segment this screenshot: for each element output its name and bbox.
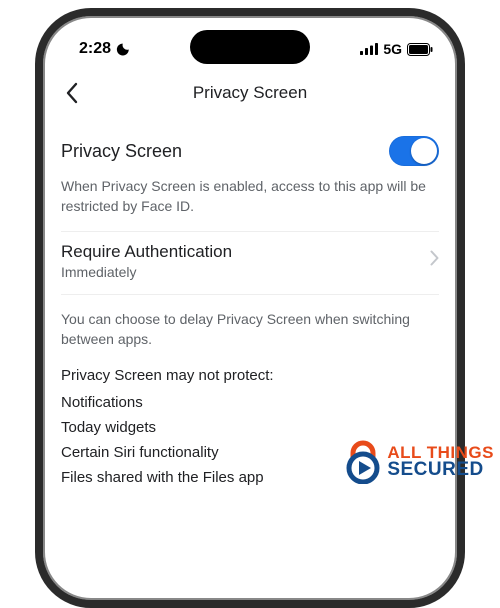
warning-heading: Privacy Screen may not protect: [61, 363, 439, 390]
warning-item: Today widgets [61, 415, 439, 440]
watermark: ALL THINGS SECURED [343, 440, 494, 484]
warning-item: Notifications [61, 390, 439, 415]
require-auth-description: You can choose to delay Privacy Screen w… [61, 294, 439, 364]
privacy-screen-switch[interactable] [389, 136, 439, 166]
back-button[interactable] [57, 78, 87, 108]
switch-knob [411, 138, 437, 164]
battery-icon [407, 43, 433, 56]
privacy-screen-label: Privacy Screen [61, 141, 182, 162]
network-type: 5G [383, 41, 402, 57]
require-auth-title: Require Authentication [61, 242, 232, 264]
chevron-right-icon [430, 250, 439, 271]
lock-play-icon [343, 440, 383, 484]
content: Privacy Screen When Privacy Screen is en… [43, 114, 457, 490]
nav-bar: Privacy Screen [43, 72, 457, 114]
require-auth-value: Immediately [61, 264, 232, 280]
page-title: Privacy Screen [193, 83, 307, 103]
dynamic-island [190, 30, 310, 64]
do-not-disturb-icon [115, 42, 130, 57]
chevron-left-icon [65, 82, 79, 104]
phone-frame: 2:28 5G [35, 8, 465, 608]
require-auth-row[interactable]: Require Authentication Immediately [61, 231, 439, 290]
privacy-screen-description: When Privacy Screen is enabled, access t… [61, 174, 439, 231]
status-time: 2:28 [79, 40, 111, 58]
privacy-screen-toggle-row[interactable]: Privacy Screen [61, 122, 439, 174]
cellular-signal-icon [360, 43, 378, 55]
watermark-line2: SECURED [387, 461, 494, 478]
